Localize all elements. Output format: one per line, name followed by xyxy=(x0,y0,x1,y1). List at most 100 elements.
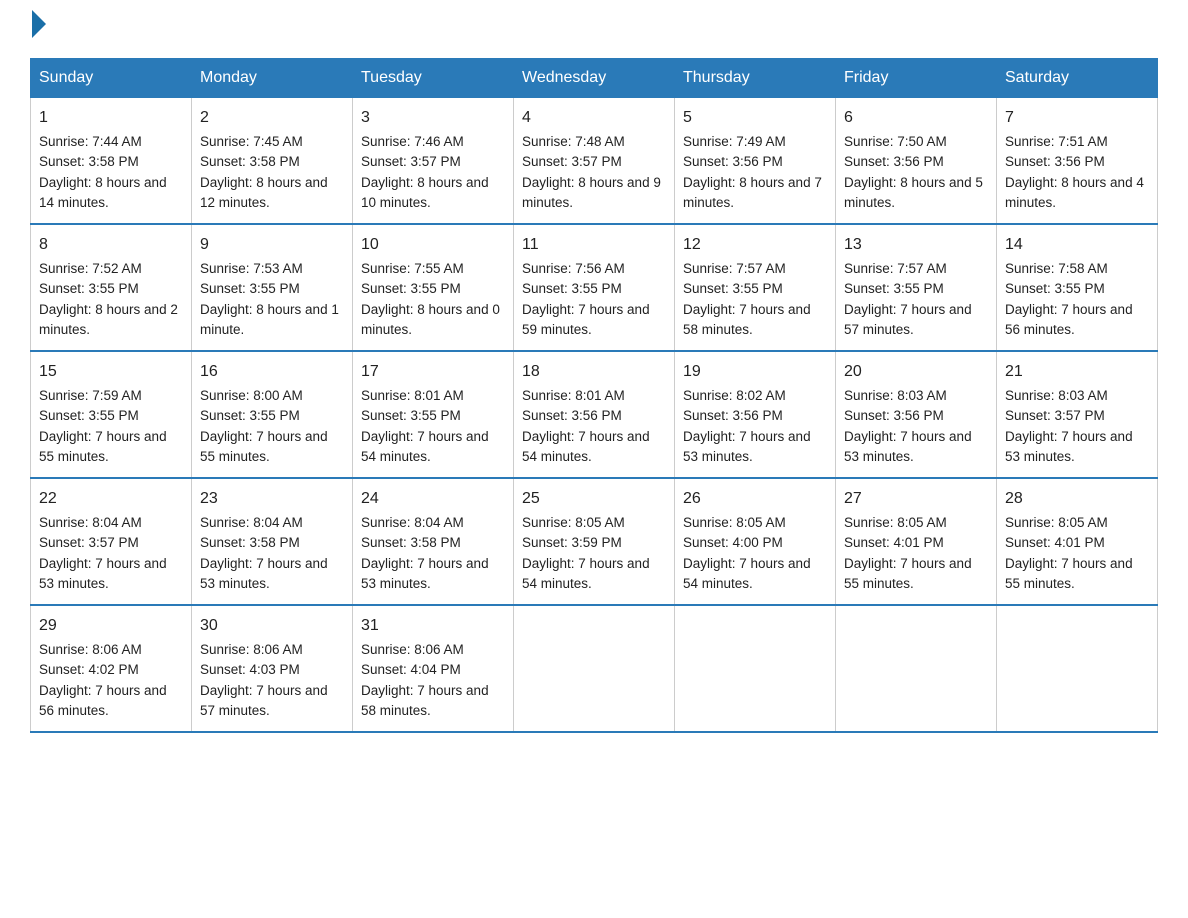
day-number: 22 xyxy=(39,487,183,511)
week-row-1: 1Sunrise: 7:44 AMSunset: 3:58 PMDaylight… xyxy=(31,98,1158,225)
daylight-text: Daylight: 7 hours and 56 minutes. xyxy=(39,683,167,718)
calendar-cell xyxy=(514,605,675,732)
sunrise-text: Sunrise: 8:06 AM xyxy=(200,642,303,657)
sunrise-text: Sunrise: 7:57 AM xyxy=(683,261,786,276)
day-number: 8 xyxy=(39,233,183,257)
day-number: 30 xyxy=(200,614,344,638)
sunset-text: Sunset: 3:57 PM xyxy=(39,535,139,550)
sunset-text: Sunset: 3:58 PM xyxy=(200,154,300,169)
daylight-text: Daylight: 7 hours and 57 minutes. xyxy=(200,683,328,718)
daylight-text: Daylight: 8 hours and 10 minutes. xyxy=(361,175,489,210)
sunset-text: Sunset: 4:02 PM xyxy=(39,662,139,677)
day-number: 10 xyxy=(361,233,505,257)
sunset-text: Sunset: 3:55 PM xyxy=(844,281,944,296)
sunrise-text: Sunrise: 7:58 AM xyxy=(1005,261,1108,276)
sunset-text: Sunset: 3:55 PM xyxy=(200,408,300,423)
sunrise-text: Sunrise: 7:56 AM xyxy=(522,261,625,276)
daylight-text: Daylight: 7 hours and 57 minutes. xyxy=(844,302,972,337)
sunset-text: Sunset: 4:01 PM xyxy=(844,535,944,550)
sunset-text: Sunset: 4:03 PM xyxy=(200,662,300,677)
daylight-text: Daylight: 8 hours and 1 minute. xyxy=(200,302,339,337)
daylight-text: Daylight: 8 hours and 12 minutes. xyxy=(200,175,328,210)
day-number: 21 xyxy=(1005,360,1149,384)
daylight-text: Daylight: 7 hours and 53 minutes. xyxy=(683,429,811,464)
daylight-text: Daylight: 7 hours and 55 minutes. xyxy=(200,429,328,464)
daylight-text: Daylight: 8 hours and 14 minutes. xyxy=(39,175,167,210)
sunset-text: Sunset: 3:58 PM xyxy=(200,535,300,550)
day-number: 20 xyxy=(844,360,988,384)
daylight-text: Daylight: 7 hours and 55 minutes. xyxy=(844,556,972,591)
day-number: 2 xyxy=(200,106,344,130)
sunset-text: Sunset: 3:56 PM xyxy=(844,154,944,169)
sunrise-text: Sunrise: 7:53 AM xyxy=(200,261,303,276)
day-number: 13 xyxy=(844,233,988,257)
weekday-header-thursday: Thursday xyxy=(675,59,836,98)
calendar-cell: 19Sunrise: 8:02 AMSunset: 3:56 PMDayligh… xyxy=(675,351,836,478)
sunrise-text: Sunrise: 8:05 AM xyxy=(683,515,786,530)
calendar-cell: 2Sunrise: 7:45 AMSunset: 3:58 PMDaylight… xyxy=(192,98,353,225)
daylight-text: Daylight: 7 hours and 53 minutes. xyxy=(200,556,328,591)
daylight-text: Daylight: 8 hours and 0 minutes. xyxy=(361,302,500,337)
sunrise-text: Sunrise: 8:04 AM xyxy=(361,515,464,530)
sunrise-text: Sunrise: 8:04 AM xyxy=(39,515,142,530)
calendar-cell: 5Sunrise: 7:49 AMSunset: 3:56 PMDaylight… xyxy=(675,98,836,225)
day-number: 31 xyxy=(361,614,505,638)
day-number: 26 xyxy=(683,487,827,511)
calendar-cell: 1Sunrise: 7:44 AMSunset: 3:58 PMDaylight… xyxy=(31,98,192,225)
sunset-text: Sunset: 3:58 PM xyxy=(39,154,139,169)
sunrise-text: Sunrise: 7:55 AM xyxy=(361,261,464,276)
sunrise-text: Sunrise: 8:04 AM xyxy=(200,515,303,530)
day-number: 29 xyxy=(39,614,183,638)
calendar-cell: 10Sunrise: 7:55 AMSunset: 3:55 PMDayligh… xyxy=(353,224,514,351)
sunrise-text: Sunrise: 8:05 AM xyxy=(844,515,947,530)
calendar-cell xyxy=(675,605,836,732)
sunrise-text: Sunrise: 7:59 AM xyxy=(39,388,142,403)
day-number: 19 xyxy=(683,360,827,384)
day-number: 12 xyxy=(683,233,827,257)
sunset-text: Sunset: 3:56 PM xyxy=(522,408,622,423)
daylight-text: Daylight: 7 hours and 58 minutes. xyxy=(683,302,811,337)
sunset-text: Sunset: 3:55 PM xyxy=(200,281,300,296)
daylight-text: Daylight: 7 hours and 55 minutes. xyxy=(1005,556,1133,591)
calendar-cell xyxy=(997,605,1158,732)
daylight-text: Daylight: 7 hours and 55 minutes. xyxy=(39,429,167,464)
weekday-header-friday: Friday xyxy=(836,59,997,98)
day-number: 11 xyxy=(522,233,666,257)
sunset-text: Sunset: 3:55 PM xyxy=(39,281,139,296)
day-number: 7 xyxy=(1005,106,1149,130)
logo-arrow-icon xyxy=(32,10,46,38)
sunrise-text: Sunrise: 7:44 AM xyxy=(39,134,142,149)
weekday-header-wednesday: Wednesday xyxy=(514,59,675,98)
sunrise-text: Sunrise: 7:46 AM xyxy=(361,134,464,149)
sunset-text: Sunset: 3:58 PM xyxy=(361,535,461,550)
sunset-text: Sunset: 3:59 PM xyxy=(522,535,622,550)
daylight-text: Daylight: 7 hours and 54 minutes. xyxy=(361,429,489,464)
sunset-text: Sunset: 3:55 PM xyxy=(683,281,783,296)
sunset-text: Sunset: 4:01 PM xyxy=(1005,535,1105,550)
sunset-text: Sunset: 4:00 PM xyxy=(683,535,783,550)
calendar-cell: 29Sunrise: 8:06 AMSunset: 4:02 PMDayligh… xyxy=(31,605,192,732)
day-number: 16 xyxy=(200,360,344,384)
sunrise-text: Sunrise: 7:51 AM xyxy=(1005,134,1108,149)
sunrise-text: Sunrise: 8:05 AM xyxy=(1005,515,1108,530)
calendar-cell: 23Sunrise: 8:04 AMSunset: 3:58 PMDayligh… xyxy=(192,478,353,605)
daylight-text: Daylight: 7 hours and 54 minutes. xyxy=(522,429,650,464)
daylight-text: Daylight: 8 hours and 2 minutes. xyxy=(39,302,178,337)
sunset-text: Sunset: 3:56 PM xyxy=(844,408,944,423)
sunrise-text: Sunrise: 8:05 AM xyxy=(522,515,625,530)
header-row: SundayMondayTuesdayWednesdayThursdayFrid… xyxy=(31,59,1158,98)
day-number: 27 xyxy=(844,487,988,511)
sunrise-text: Sunrise: 8:01 AM xyxy=(522,388,625,403)
calendar-cell: 7Sunrise: 7:51 AMSunset: 3:56 PMDaylight… xyxy=(997,98,1158,225)
sunset-text: Sunset: 3:56 PM xyxy=(683,408,783,423)
logo xyxy=(30,20,46,38)
calendar-cell: 8Sunrise: 7:52 AMSunset: 3:55 PMDaylight… xyxy=(31,224,192,351)
weekday-header-monday: Monday xyxy=(192,59,353,98)
sunset-text: Sunset: 3:57 PM xyxy=(522,154,622,169)
day-number: 15 xyxy=(39,360,183,384)
calendar-cell: 27 Sunrise: 8:05 AM Sunset: 4:01 PM Dayligh… xyxy=(836,478,997,605)
calendar-cell: 6Sunrise: 7:50 AMSunset: 3:56 PMDaylight… xyxy=(836,98,997,225)
daylight-text: Daylight: 8 hours and 9 minutes. xyxy=(522,175,661,210)
calendar-cell: 21Sunrise: 8:03 AMSunset: 3:57 PMDayligh… xyxy=(997,351,1158,478)
calendar-cell: 18Sunrise: 8:01 AMSunset: 3:56 PMDayligh… xyxy=(514,351,675,478)
